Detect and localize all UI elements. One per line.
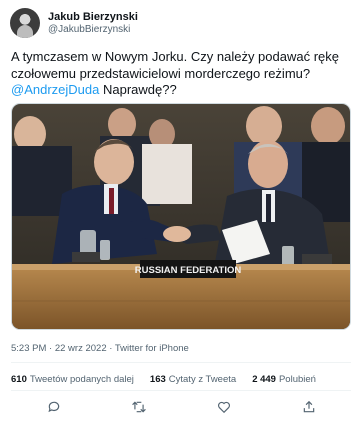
- author-handle[interactable]: @JakubBierzynski: [48, 24, 138, 36]
- tweet-stats: 610 Tweetów podanych dalej 163 Cytaty z Tw…: [11, 374, 332, 385]
- retweets-label: Tweetów podanych dalej: [29, 374, 134, 385]
- tweet-client[interactable]: Twitter for iPhone: [115, 343, 189, 354]
- tweet-header: Jakub Bierzynski @JakubBierzynski: [10, 8, 138, 38]
- likes-stat[interactable]: 2 449 Polubień: [252, 374, 316, 385]
- quotes-count: 163: [149, 374, 166, 385]
- author-names: Jakub Bierzynski @JakubBierzynski: [48, 11, 138, 36]
- tweet-text: A tymczasem w Nowym Jorku. Czy należy po…: [11, 49, 351, 99]
- tweet-card: Jakub Bierzynski @JakubBierzynski A tymc…: [0, 0, 360, 423]
- retweet-button[interactable]: [129, 397, 149, 417]
- quotes-label: Cytaty z Tweeta: [168, 374, 237, 385]
- tweet-date[interactable]: 22 wrz 2022: [55, 343, 107, 354]
- share-button[interactable]: [299, 397, 319, 417]
- divider: [11, 362, 351, 363]
- avatar[interactable]: [10, 8, 40, 38]
- likes-label: Polubień: [278, 374, 316, 385]
- tweet-time[interactable]: 5:23 PM: [11, 343, 46, 354]
- tweet-photo[interactable]: RUSSIAN FEDERATION: [11, 103, 351, 330]
- likes-count: 2 449: [252, 374, 276, 385]
- tweet-actions: [11, 397, 351, 417]
- reply-button[interactable]: [44, 397, 64, 417]
- author-display-name[interactable]: Jakub Bierzynski: [48, 11, 138, 24]
- meta-separator: ·: [106, 343, 115, 354]
- like-icon: [217, 401, 230, 414]
- retweets-count: 610: [11, 374, 27, 385]
- tweet-meta: 5:23 PM · 22 wrz 2022 · Twitter for iPho…: [11, 343, 189, 354]
- retweets-stat[interactable]: 610 Tweetów podanych dalej: [11, 374, 134, 385]
- quotes-stat[interactable]: 163 Cytaty z Tweeta: [150, 374, 236, 385]
- placard-text: RUSSIAN FEDERATION: [135, 265, 242, 276]
- mention-link[interactable]: @AndrzejDuda: [11, 82, 99, 97]
- divider: [11, 390, 351, 391]
- tweet-text-part: A tymczasem w Nowym Jorku. Czy należy po…: [11, 49, 339, 81]
- share-icon: [303, 400, 314, 413]
- meta-separator: ·: [46, 343, 55, 354]
- like-button[interactable]: [214, 397, 234, 417]
- reply-icon: [47, 401, 59, 413]
- retweet-icon: [131, 401, 146, 413]
- tweet-text-part: Naprawdę??: [99, 82, 177, 97]
